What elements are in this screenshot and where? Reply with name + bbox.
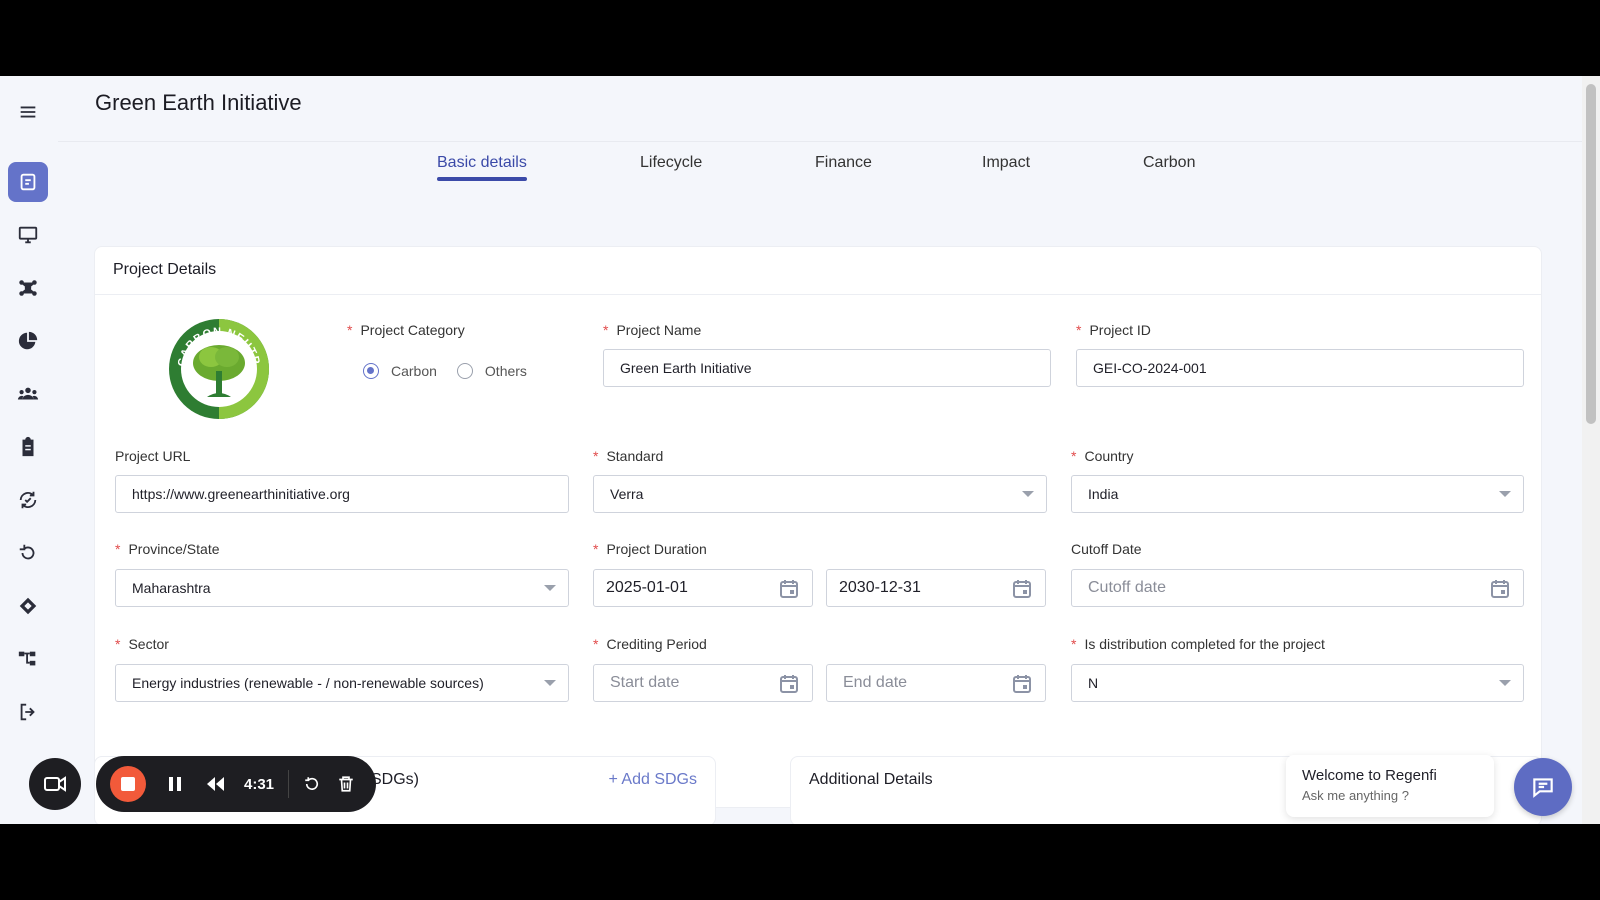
rewind-icon <box>207 777 224 791</box>
scrollbar-thumb[interactable] <box>1586 84 1596 424</box>
logout-icon[interactable] <box>8 692 48 732</box>
video-camera-icon <box>44 776 66 792</box>
page-header: Green Earth Initiative <box>58 76 1582 142</box>
stop-recording-button[interactable] <box>110 766 146 802</box>
project-name-label: * Project Name <box>603 322 702 338</box>
restart-button[interactable] <box>301 773 323 795</box>
sidebar <box>0 76 58 824</box>
pause-icon <box>169 777 181 791</box>
pause-button[interactable] <box>164 773 186 795</box>
standard-label: * Standard <box>593 448 664 464</box>
network-icon[interactable] <box>8 268 48 308</box>
menu-icon[interactable] <box>8 92 48 132</box>
chat-welcome-bubble[interactable]: Welcome to Regenfi Ask me anything ? <box>1286 755 1494 817</box>
calendar-icon[interactable] <box>1013 579 1031 598</box>
tab-impact[interactable]: Impact <box>982 154 1030 172</box>
radio-others[interactable] <box>456 363 473 379</box>
country-select[interactable]: India <box>1071 475 1524 513</box>
radio-others-label: Others <box>484 363 527 379</box>
cycle-icon[interactable] <box>8 480 48 520</box>
crediting-start-date[interactable]: Start date <box>593 664 813 702</box>
tab-finance[interactable]: Finance <box>815 154 872 172</box>
calendar-icon[interactable] <box>1013 674 1031 693</box>
document-icon[interactable] <box>8 162 48 202</box>
calendar-icon[interactable] <box>780 674 798 693</box>
sector-select[interactable]: Energy industries (renewable - / non-ren… <box>115 664 569 702</box>
project-url-label: Project URL <box>115 448 191 464</box>
sector-label: * Sector <box>115 636 169 652</box>
chevron-down-icon <box>1499 491 1511 497</box>
chevron-down-icon <box>544 585 556 591</box>
tab-lifecycle[interactable]: Lifecycle <box>640 154 702 172</box>
add-sdgs-button[interactable]: + Add SDGs <box>609 771 698 789</box>
project-name-input[interactable]: Green Earth Initiative <box>603 349 1051 387</box>
cutoff-date-label: Cutoff Date <box>1071 541 1142 557</box>
tab-basic-details[interactable]: Basic details <box>437 154 527 181</box>
project-id-label: * Project ID <box>1076 322 1151 338</box>
sdg-title: SDGs) <box>371 771 419 788</box>
delete-recording-button[interactable] <box>335 773 357 795</box>
recorder-controls: 4:31 <box>96 756 376 812</box>
distribution-select[interactable]: N <box>1071 664 1524 702</box>
camera-toggle-button[interactable] <box>29 758 81 810</box>
refresh-icon[interactable] <box>8 533 48 573</box>
monitor-icon[interactable] <box>8 215 48 255</box>
additional-details-title: Additional Details <box>809 771 933 788</box>
distribution-label: * Is distribution completed for the proje… <box>1071 636 1325 652</box>
chat-icon <box>1533 778 1553 798</box>
project-category-label: * Project Category <box>347 322 465 338</box>
radio-carbon-label: Carbon <box>391 363 437 379</box>
hierarchy-icon[interactable] <box>8 639 48 679</box>
users-icon[interactable] <box>8 374 48 414</box>
handshake-icon[interactable] <box>8 586 48 626</box>
project-id-input[interactable]: GEI-CO-2024-001 <box>1076 349 1524 387</box>
tab-bar: Basic details Lifecycle Finance Impact C… <box>58 142 1582 198</box>
pie-chart-icon[interactable] <box>8 321 48 361</box>
province-select[interactable]: Maharashtra <box>115 569 569 607</box>
cutoff-date-input[interactable]: Cutoff date <box>1071 569 1524 607</box>
rewind-button[interactable] <box>204 773 226 795</box>
stop-icon <box>121 777 135 791</box>
project-duration-label: * Project Duration <box>593 541 707 557</box>
project-url-input[interactable]: https://www.greenearthinitiative.org <box>115 475 569 513</box>
carbon-neutral-logo: CARBON NEUTRAL <box>167 317 269 419</box>
restart-icon <box>305 777 319 790</box>
crediting-period-label: * Crediting Period <box>593 636 707 652</box>
card-title: Project Details <box>95 247 1541 295</box>
chevron-down-icon <box>1022 491 1034 497</box>
duration-start-date[interactable]: 2025-01-01 <box>593 569 813 607</box>
standard-select[interactable]: Verra <box>593 475 1047 513</box>
project-category-radio-group: Carbon Others <box>363 363 527 379</box>
calendar-icon[interactable] <box>780 579 798 598</box>
province-label: * Province/State <box>115 541 220 557</box>
trash-icon <box>339 776 353 792</box>
radio-carbon[interactable] <box>363 363 379 379</box>
chat-prompt-text: Ask me anything ? <box>1302 788 1409 803</box>
country-label: * Country <box>1071 448 1134 464</box>
app-window: Green Earth Initiative Basic details Lif… <box>0 76 1600 824</box>
recording-timer: 4:31 <box>244 775 275 793</box>
calendar-icon[interactable] <box>1491 579 1509 598</box>
clipboard-icon[interactable] <box>8 427 48 467</box>
crediting-end-date[interactable]: End date <box>826 664 1046 702</box>
recorder-divider <box>288 770 290 798</box>
vertical-scrollbar[interactable] <box>1582 76 1600 824</box>
chat-welcome-text: Welcome to Regenfi <box>1302 767 1437 784</box>
chevron-down-icon <box>544 680 556 686</box>
chevron-down-icon <box>1499 680 1511 686</box>
chat-button[interactable] <box>1514 758 1572 816</box>
duration-end-date[interactable]: 2030-12-31 <box>826 569 1046 607</box>
project-details-card: Project Details CARBON NEUTRAL *Project … <box>94 246 1542 808</box>
tab-carbon[interactable]: Carbon <box>1143 154 1195 172</box>
page-title: Green Earth Initiative <box>95 90 302 115</box>
